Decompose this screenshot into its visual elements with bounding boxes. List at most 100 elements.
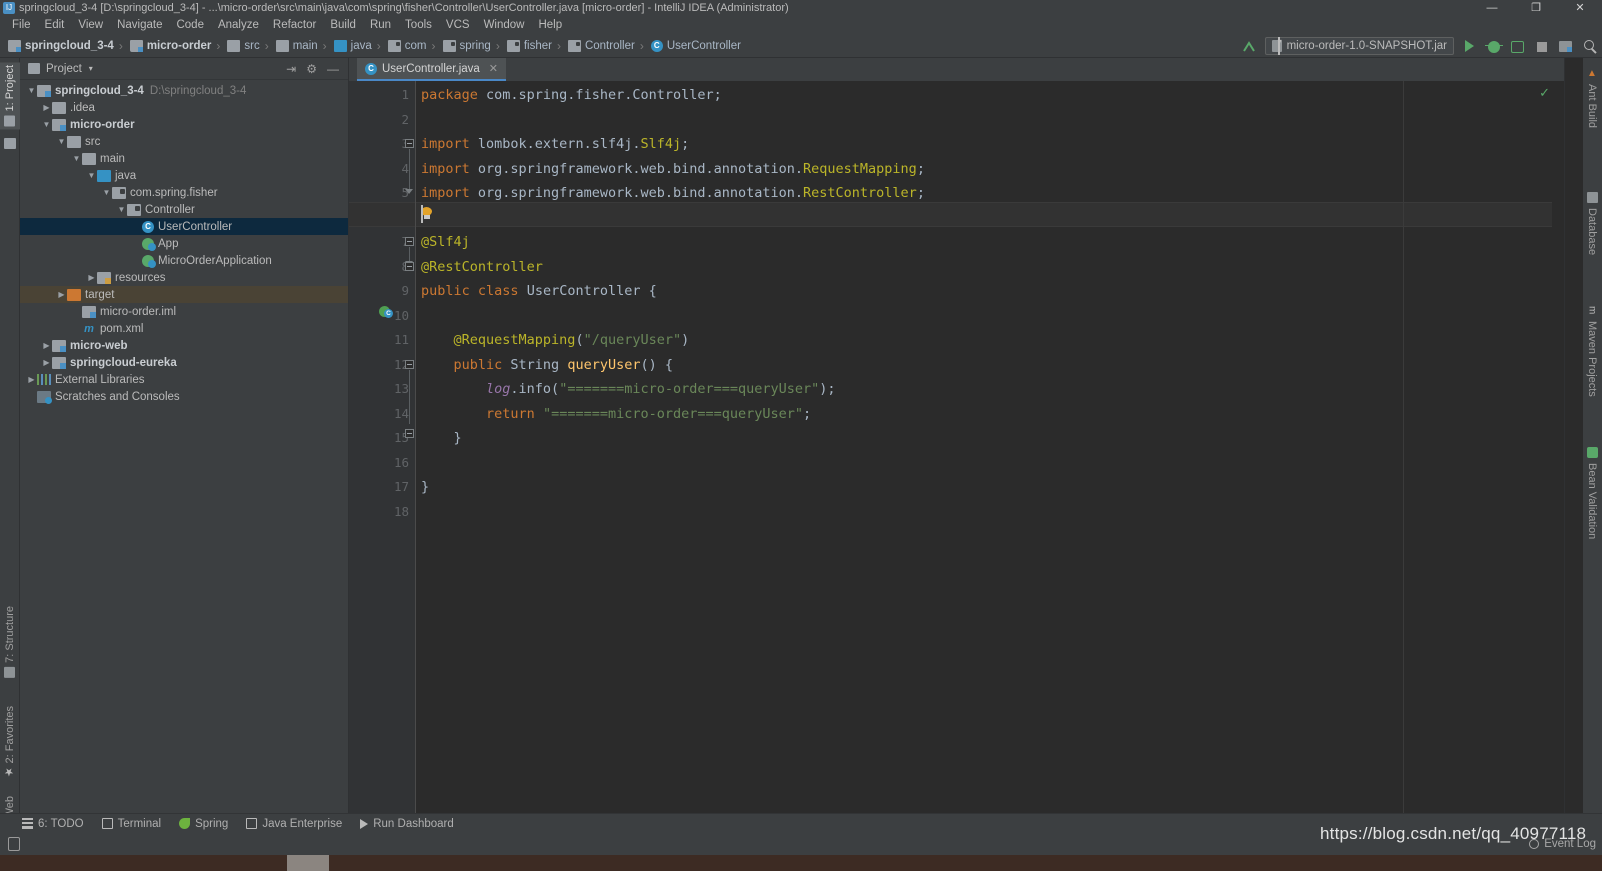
chevron-down-icon[interactable]: ▼ [26,86,37,95]
bottom-tab-java-enterprise[interactable]: Java Enterprise [246,818,342,830]
menu-item-help[interactable]: Help [531,16,569,34]
breadcrumb-item-usercontroller[interactable]: C UserController [648,34,742,58]
bottom-tab-run-dashboard[interactable]: Run Dashboard [360,818,454,830]
tool-tab-database[interactable]: Database [1582,188,1602,259]
code-line[interactable]: import org.springframework.web.bind.anno… [421,157,925,182]
chevron-right-icon[interactable]: ▶ [41,358,52,367]
menu-item-vcs[interactable]: VCS [439,16,477,34]
menu-item-code[interactable]: Code [169,16,211,34]
close-button[interactable]: ✕ [1558,0,1602,16]
tree-node-controller[interactable]: ▼ Controller [20,201,348,218]
chevron-right-icon[interactable]: ▶ [86,273,97,282]
folder-icon[interactable] [4,138,16,149]
code-line[interactable]: } [421,426,462,451]
breadcrumb-item-spring[interactable]: spring › [440,34,504,58]
project-structure-button[interactable] [1557,38,1574,55]
run-class-gutter-icon[interactable]: C [379,306,393,319]
chevron-right-icon[interactable]: ▶ [41,341,52,350]
bottom-tab-spring[interactable]: Spring [179,818,228,830]
code-editor[interactable]: 123456789101112131415161718 C [349,81,1564,821]
code-line[interactable]: import org.springframework.web.bind.anno… [421,181,925,206]
tree-node-usercontroller[interactable]: C UserController [20,218,348,235]
fold-marker-method[interactable] [405,360,414,369]
code-line[interactable]: @Slf4j [421,230,470,255]
tool-tab-bean-validation[interactable]: Bean Validation [1582,443,1602,543]
code-line[interactable]: log.info("=======micro-order===queryUser… [421,377,836,402]
editor-tab-usercontroller[interactable]: C UserController.java ✕ [357,58,507,81]
tree-node-java[interactable]: ▼ java [20,167,348,184]
code-line[interactable]: @RequestMapping("/queryUser") [421,328,690,353]
breadcrumb-item-java[interactable]: java › [331,34,385,58]
tool-tab-project[interactable]: 1: Project [0,62,20,130]
taskbar-item[interactable] [287,855,329,871]
code-line[interactable]: } [421,475,429,500]
inspection-ok-icon[interactable]: ✓ [1539,85,1550,101]
tree-node-micro-web[interactable]: ▶ micro-web [20,337,348,354]
run-button[interactable] [1461,38,1478,55]
menu-item-file[interactable]: File [5,16,38,34]
chevron-down-icon[interactable]: ▼ [116,205,127,214]
tree-node-main[interactable]: ▼ main [20,150,348,167]
tree-node-springcloud-3-4[interactable]: ▼ springcloud_3-4 D:\springcloud_3-4 [20,82,348,99]
chevron-right-icon[interactable]: ▶ [56,290,67,299]
close-icon[interactable]: ✕ [489,62,498,75]
tree-node-micro-order[interactable]: ▼ micro-order [20,116,348,133]
breadcrumb-item-springcloud-3-4[interactable]: springcloud_3-4 › [5,34,127,58]
tree-node-pom-xml[interactable]: m pom.xml [20,320,348,337]
run-with-coverage-button[interactable] [1509,38,1526,55]
chevron-down-icon[interactable]: ▾ [89,64,93,73]
menu-item-edit[interactable]: Edit [38,16,72,34]
menu-item-analyze[interactable]: Analyze [211,16,266,34]
tree-node-scratches-and-consoles[interactable]: Scratches and Consoles [20,388,348,405]
breadcrumb-item-micro-order[interactable]: micro-order › [127,34,225,58]
tree-node-app[interactable]: App [20,235,348,252]
bottom-tab-6-todo[interactable]: 6: TODO [22,818,84,830]
breadcrumb-item-main[interactable]: main › [273,34,331,58]
fold-marker-method-end[interactable] [405,429,414,438]
breadcrumb-item-controller[interactable]: Controller › [565,34,648,58]
code-line[interactable]: public class UserController { [421,279,657,304]
search-everywhere-button[interactable] [1581,38,1598,55]
bottom-tab-terminal[interactable]: Terminal [101,818,161,830]
stop-button[interactable] [1533,38,1550,55]
menu-item-refactor[interactable]: Refactor [266,16,323,34]
chevron-down-icon[interactable]: ▼ [56,137,67,146]
code-line[interactable]: @RestController [421,255,543,280]
menu-item-tools[interactable]: Tools [398,16,439,34]
fold-marker-class-body[interactable] [405,262,414,271]
code-line[interactable]: public String queryUser() { [421,353,673,378]
tree-node-microorderapplication[interactable]: MicroOrderApplication [20,252,348,269]
tree-node-external-libraries[interactable]: ▶ External Libraries [20,371,348,388]
tool-tab-maven-projects[interactable]: m Maven Projects [1582,301,1602,401]
code-text[interactable]: package com.spring.fisher.Controller; imp… [415,81,1564,821]
tree-node-com-spring-fisher[interactable]: ▼ com.spring.fisher [20,184,348,201]
maximize-button[interactable]: ❐ [1514,0,1558,16]
tree-node-target[interactable]: ▶ target [20,286,348,303]
menu-item-build[interactable]: Build [323,16,363,34]
debug-button[interactable] [1485,38,1503,55]
menu-item-window[interactable]: Window [477,16,532,34]
chevron-down-icon[interactable]: ▼ [71,154,82,163]
code-line[interactable]: import lombok.extern.slf4j.Slf4j; [421,132,689,157]
code-line[interactable]: package com.spring.fisher.Controller; [421,83,722,108]
menu-item-view[interactable]: View [71,16,110,34]
fold-marker-class[interactable] [405,237,414,246]
tree-node--idea[interactable]: ▶ .idea [20,99,348,116]
arrow-up-icon[interactable] [1241,38,1258,55]
toggle-toolbar-icon[interactable] [8,837,20,851]
hide-icon[interactable]: — [327,63,339,75]
collapse-all-icon[interactable]: ⇥ [286,63,296,75]
chevron-right-icon[interactable]: ▶ [41,103,52,112]
breadcrumb-item-fisher[interactable]: fisher › [504,34,565,58]
breadcrumb-item-com[interactable]: com › [385,34,440,58]
tool-tab-favorites[interactable]: ★ 2: Favorites [0,703,20,781]
minimize-button[interactable]: — [1470,0,1514,16]
chevron-right-icon[interactable]: ▶ [26,375,37,384]
tree-node-resources[interactable]: ▶ resources [20,269,348,286]
chevron-down-icon[interactable]: ▼ [86,171,97,180]
fold-marker-imports[interactable] [405,139,414,148]
breadcrumb-item-src[interactable]: src › [224,34,272,58]
code-line[interactable]: return "=======micro-order===queryUser"; [421,402,811,427]
tree-node-src[interactable]: ▼ src [20,133,348,150]
tree-node-springcloud-eureka[interactable]: ▶ springcloud-eureka [20,354,348,371]
